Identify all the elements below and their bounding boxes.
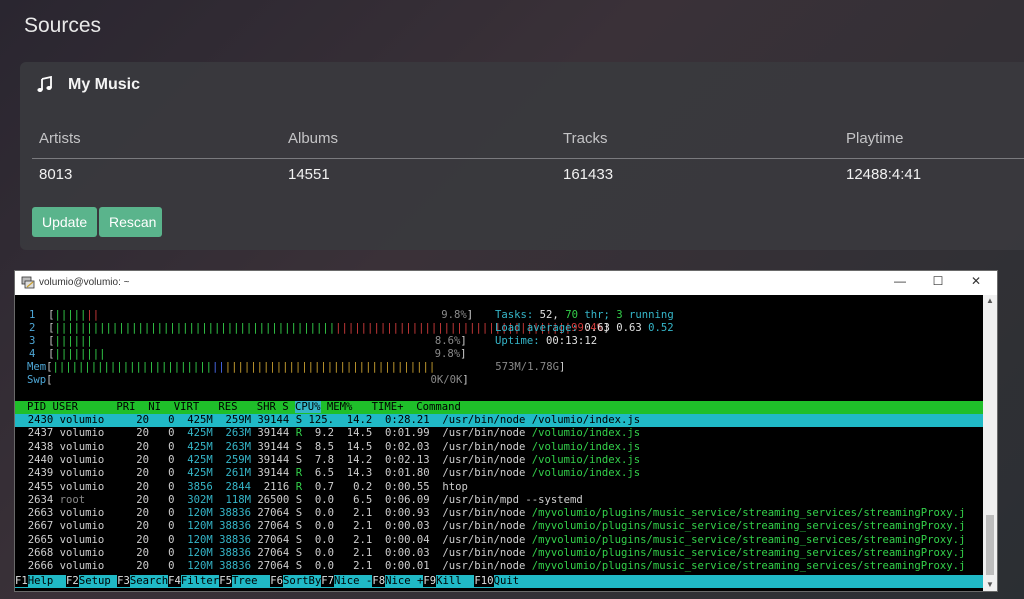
process-row[interactable]: 2438 volumio 20 0 425M 263M 39144 S 8.5 … [15, 441, 983, 454]
terminal-title: volumio@volumio: ~ [39, 277, 130, 288]
value-tracks: 161433 [563, 166, 614, 183]
cpu-id: 3 [29, 335, 36, 347]
update-button[interactable]: Update [32, 207, 97, 237]
function-key-label[interactable]: Nice + [385, 575, 424, 587]
value-playtime: 12488:4:41 [846, 166, 922, 183]
card-title: My Music [68, 76, 141, 93]
maximize-button[interactable]: ☐ [923, 274, 953, 288]
swp-meter: Swp[0K/0K] [15, 374, 469, 387]
function-key-f6[interactable]: F6 [270, 575, 283, 587]
terminal-scrollbar[interactable]: ▲ ▼ [983, 295, 997, 591]
swp-value: 0K/0K [430, 374, 463, 386]
cpu-meter: 1 [||||||| 9.8%] [15, 309, 473, 322]
close-button[interactable]: ✕ [961, 274, 991, 288]
cpu-id: 4 [29, 348, 36, 360]
music-note-icon [37, 76, 52, 92]
value-albums: 14551 [288, 166, 330, 183]
cpu-percent: 9.8% [434, 348, 461, 360]
function-key-bar: F1Help F2Setup F3SearchF4FilterF5Tree F6… [15, 575, 983, 588]
swp-label: Swp [27, 374, 47, 386]
process-row[interactable]: 2663 volumio 20 0 120M 38836 27064 S 0.0… [15, 507, 983, 520]
function-key-label[interactable]: Help [27, 575, 67, 587]
putty-icon [21, 276, 35, 289]
header-playtime: Playtime [846, 130, 904, 147]
function-key-label[interactable]: Quit [493, 575, 520, 587]
cpu-id: 2 [29, 322, 36, 334]
process-row[interactable]: 2439 volumio 20 0 425M 261M 39144 R 6.5 … [15, 467, 983, 480]
mem-value: 573M/1.78G [495, 361, 560, 373]
function-key-f4[interactable]: F4 [168, 575, 181, 587]
function-key-f8[interactable]: F8 [372, 575, 386, 587]
function-key-f5[interactable]: F5 [219, 575, 232, 587]
function-key-label[interactable]: Tree [231, 575, 271, 587]
scroll-up-arrow-icon[interactable]: ▲ [983, 295, 997, 307]
terminal-window: volumio@volumio: ~ — ☐ ✕ 1 [||||||| 9.8%]… [14, 270, 998, 592]
uptime-line: Uptime: 00:13:12 [495, 335, 598, 347]
function-key-label[interactable]: Filter [180, 575, 220, 587]
stats-value-row: 8013 14551 161433 12488:4:41 [32, 166, 1024, 190]
process-row[interactable]: 2666 volumio 20 0 120M 38836 27064 S 0.0… [15, 560, 983, 573]
function-key-f2[interactable]: F2 [66, 575, 79, 587]
tasks-line: Tasks: 52, 70 thr; 3 running [495, 309, 674, 321]
htop-screen[interactable]: 1 [||||||| 9.8%] 2 [|||||||||||||||||||||… [15, 295, 983, 591]
process-row[interactable]: 2440 volumio 20 0 425M 259M 39144 S 7.8 … [15, 454, 983, 467]
function-key-f7[interactable]: F7 [321, 575, 335, 587]
sources-title: Sources [24, 14, 102, 37]
header-tracks: Tracks [563, 130, 608, 147]
cpu-percent: 8.6% [434, 335, 461, 347]
terminal-titlebar[interactable]: volumio@volumio: ~ — ☐ ✕ [15, 271, 997, 295]
process-row[interactable]: 2668 volumio 20 0 120M 38836 27064 S 0.0… [15, 547, 983, 560]
value-artists: 8013 [39, 166, 73, 183]
my-music-card: My Music Artists Albums Tracks Playtime … [20, 62, 1024, 250]
minimize-button[interactable]: — [885, 274, 915, 288]
header-artists: Artists [39, 130, 81, 147]
function-key-label[interactable]: Kill [436, 575, 475, 587]
scroll-down-arrow-icon[interactable]: ▼ [983, 579, 997, 591]
function-key-f1[interactable]: F1 [15, 575, 28, 587]
rescan-button[interactable]: Rescan [99, 207, 162, 237]
cpu-meter: 3 [|||||| 8.6%] [15, 335, 467, 348]
function-key-label[interactable]: SortBy [283, 575, 322, 587]
scroll-thumb[interactable] [986, 515, 994, 575]
function-key-f9[interactable]: F9 [423, 575, 437, 587]
stats-header-row: Artists Albums Tracks Playtime [32, 130, 1024, 159]
mem-meter: Mem[||||||||||||||||||||||||||||||||||||… [15, 361, 565, 374]
load-line: Load average: 0.63 0.63 0.52 [495, 322, 674, 334]
function-key-label[interactable]: Setup [78, 575, 118, 587]
process-row[interactable]: 2634 root 20 0 302M 118M 26500 S 0.0 6.5… [15, 494, 983, 507]
header-albums: Albums [288, 130, 339, 147]
function-key-f3[interactable]: F3 [117, 575, 130, 587]
function-key-f10[interactable]: F10 [474, 575, 494, 587]
process-row[interactable]: 2437 volumio 20 0 425M 263M 39144 R 9.2 … [15, 427, 983, 440]
cpu-meter: 4 [|||||||| 9.8%] [15, 348, 466, 361]
function-key-label[interactable]: Search [129, 575, 169, 587]
process-row[interactable]: 2455 volumio 20 0 3856 2844 2116 R 0.7 0… [15, 481, 983, 494]
process-row[interactable]: 2665 volumio 20 0 120M 38836 27064 S 0.0… [15, 534, 983, 547]
process-row[interactable]: 2667 volumio 20 0 120M 38836 27064 S 0.0… [15, 520, 983, 533]
cpu-percent: 9.8% [441, 309, 467, 321]
cpu-id: 1 [29, 309, 36, 321]
process-row[interactable]: 2430 volumio 20 0 425M 259M 39144 S 125.… [15, 414, 983, 427]
mem-label: Mem [27, 361, 47, 373]
process-table-header[interactable]: PID USER PRI NI VIRT RES SHR S CPU% MEM%… [15, 401, 983, 414]
function-key-label[interactable]: Nice - [334, 575, 373, 587]
